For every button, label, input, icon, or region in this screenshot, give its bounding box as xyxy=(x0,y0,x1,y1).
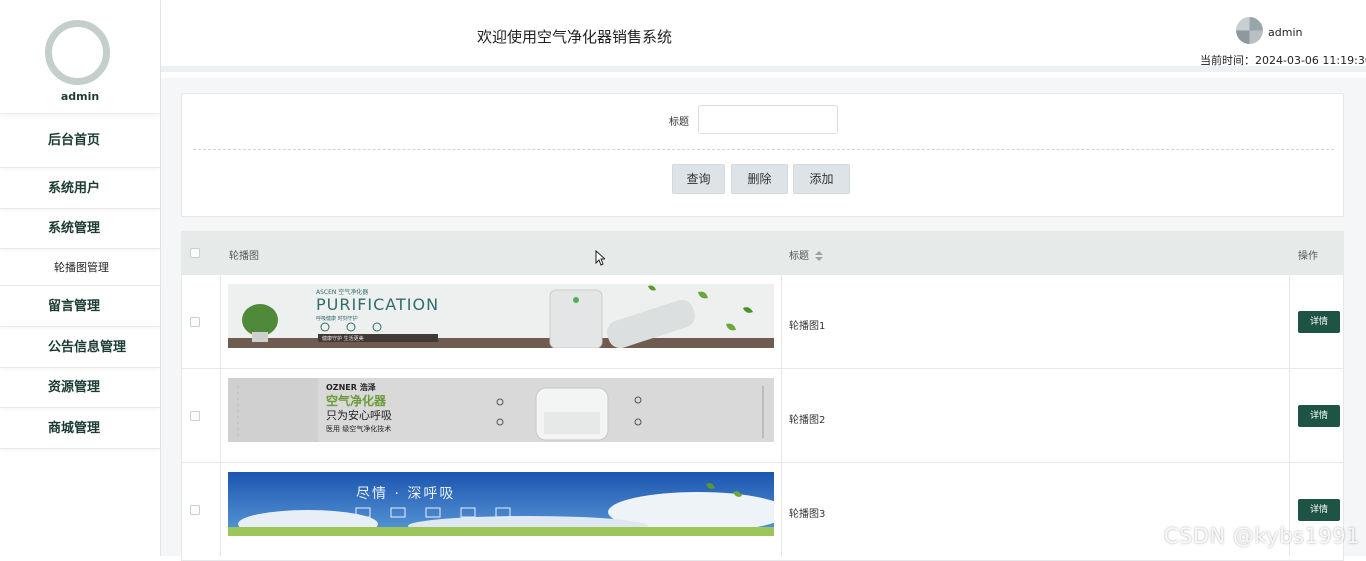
search-panel: 标题 查询 删除 添加 xyxy=(181,93,1344,217)
current-time-value: 2024-03-06 11:19:30 xyxy=(1255,54,1366,67)
watermark: CSDN @kybs1991 xyxy=(1164,524,1360,548)
avatar[interactable] xyxy=(45,20,110,85)
banner-2-tagline: 只为安心呼吸 xyxy=(326,408,392,422)
column-divider xyxy=(781,463,782,556)
row-checkbox[interactable] xyxy=(190,317,200,327)
sidebar-profile: admin xyxy=(0,0,160,114)
sidebar: admin 后台首页 系统用户 系统管理 轮播图管理 留言管理 公告信息管理 资… xyxy=(0,0,161,556)
row-title: 轮播图3 xyxy=(789,505,825,520)
sidebar-item-home[interactable]: 后台首页 xyxy=(0,114,160,168)
sort-icon[interactable] xyxy=(815,251,823,261)
table-row: ASCEN 空气净化器 PURIFICATION 呼吸健康 时刻守护 健康守护 … xyxy=(182,274,1343,368)
carousel-image-1: ASCEN 空气净化器 PURIFICATION 呼吸健康 时刻守护 健康守护 … xyxy=(228,284,774,348)
carousel-table: 轮播图 标题 操作 ASCEN 空气 xyxy=(181,231,1344,561)
banner-2-brand: OZNER 浩泽 xyxy=(326,382,376,392)
column-divider xyxy=(1289,275,1290,368)
current-time: 当前时间：2024-03-06 11:19:30 xyxy=(1200,52,1366,68)
detail-button[interactable]: 详情 xyxy=(1298,499,1340,521)
search-title-input[interactable] xyxy=(698,105,838,134)
header-username[interactable]: admin xyxy=(1268,26,1302,39)
select-all-checkbox[interactable] xyxy=(190,248,200,258)
table-row: OZNER 浩泽 空气净化器 只为安心呼吸 医用 级空气净化技术 轮播图2 详情 xyxy=(182,368,1343,462)
detail-button[interactable]: 详情 xyxy=(1298,405,1340,427)
banner-3-headline: 尽情 · 深呼吸 xyxy=(356,486,455,502)
column-divider xyxy=(1289,369,1290,462)
sidebar-item-mall[interactable]: 商城管理 xyxy=(0,408,160,449)
sidebar-item-system-users[interactable]: 系统用户 xyxy=(0,168,160,209)
sidebar-item-carousel-management[interactable]: 轮播图管理 xyxy=(0,249,160,286)
column-header-title[interactable]: 标题 xyxy=(789,247,823,262)
sidebar-item-system-management[interactable]: 系统管理 xyxy=(0,209,160,249)
delete-button[interactable]: 删除 xyxy=(731,164,788,194)
row-title: 轮播图1 xyxy=(789,317,825,332)
banner-2-headline: 空气净化器 xyxy=(326,393,387,408)
column-header-image: 轮播图 xyxy=(229,247,259,262)
column-divider xyxy=(781,275,782,368)
row-checkbox[interactable] xyxy=(190,505,200,515)
sidebar-item-resources[interactable]: 资源管理 xyxy=(0,368,160,408)
carousel-image-2: OZNER 浩泽 空气净化器 只为安心呼吸 医用 级空气净化技术 xyxy=(228,378,774,442)
banner-2-slogan: 医用 级空气净化技术 xyxy=(326,424,391,433)
add-button[interactable]: 添加 xyxy=(793,164,850,194)
top-header: 欢迎使用空气净化器销售系统 admin 当前时间：2024-03-06 11:1… xyxy=(161,0,1366,72)
detail-button[interactable]: 详情 xyxy=(1298,311,1340,333)
banner-1-slogan: 健康守护 生活更美 xyxy=(322,335,364,342)
sidebar-username: admin xyxy=(0,90,160,103)
search-title-label: 标题 xyxy=(669,113,689,128)
row-title: 轮播图2 xyxy=(789,411,825,426)
column-divider xyxy=(220,369,221,462)
banner-1-headline: PURIFICATION xyxy=(316,295,439,314)
column-divider xyxy=(781,369,782,462)
page-title: 欢迎使用空气净化器销售系统 xyxy=(477,26,672,47)
carousel-image-3: 尽情 · 深呼吸 xyxy=(228,472,774,536)
sidebar-item-messages[interactable]: 留言管理 xyxy=(0,286,160,327)
table-header: 轮播图 标题 操作 xyxy=(182,232,1343,274)
query-button[interactable]: 查询 xyxy=(672,164,725,194)
column-header-action: 操作 xyxy=(1298,247,1318,262)
user-avatar[interactable] xyxy=(1236,17,1263,44)
column-header-title-label: 标题 xyxy=(789,251,809,262)
column-divider xyxy=(220,463,221,556)
column-divider xyxy=(220,275,221,368)
sidebar-item-announcements[interactable]: 公告信息管理 xyxy=(0,327,160,368)
mouse-cursor-icon xyxy=(595,250,605,266)
current-time-label: 当前时间： xyxy=(1200,54,1255,67)
divider xyxy=(193,149,1334,150)
main-content: 标题 查询 删除 添加 轮播图 标题 操作 xyxy=(161,78,1366,556)
banner-1-tagline: 呼吸健康 时刻守护 xyxy=(316,315,358,322)
row-checkbox[interactable] xyxy=(190,411,200,421)
